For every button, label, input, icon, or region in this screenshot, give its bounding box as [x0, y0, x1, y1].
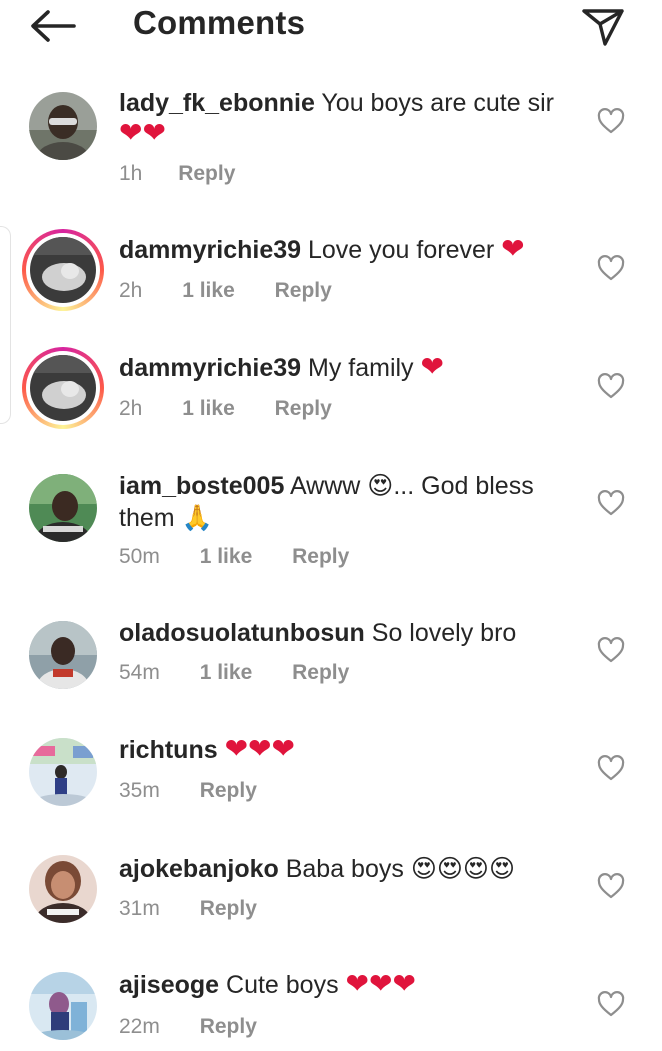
like-button[interactable]	[596, 990, 626, 1018]
heart-outline-icon	[597, 873, 625, 899]
comment-body: dammyrichie39 My family ❤	[119, 353, 559, 384]
comment-meta: 50m 1 like Reply	[119, 545, 349, 569]
avatar[interactable]	[29, 474, 97, 542]
heart-outline-icon	[597, 637, 625, 663]
comment-body: ajokebanjoko Baba boys 😍😍😍😍	[119, 853, 559, 885]
like-button[interactable]	[596, 372, 626, 400]
like-button[interactable]	[596, 872, 626, 900]
avatar[interactable]	[29, 738, 97, 806]
comment-username[interactable]: dammyrichie39	[119, 236, 301, 264]
comment-body: ajiseoge Cute boys ❤❤❤	[119, 970, 559, 1001]
like-button[interactable]	[596, 489, 626, 517]
like-button[interactable]	[596, 636, 626, 664]
heart-emoji: ❤❤❤	[345, 967, 416, 1000]
comment-text: Love you forever	[308, 236, 495, 264]
reply-button[interactable]: Reply	[275, 279, 332, 303]
heart-eyes-emoji: 😍	[367, 471, 394, 500]
avatar[interactable]	[29, 621, 97, 689]
reply-button[interactable]: Reply	[275, 397, 332, 421]
reply-button[interactable]: Reply	[292, 661, 349, 685]
avatar[interactable]	[29, 855, 97, 923]
heart-emoji: ❤❤	[119, 116, 166, 149]
comment-meta: 31m Reply	[119, 897, 257, 921]
avatar[interactable]	[29, 972, 97, 1040]
heart-emoji: ❤❤❤	[224, 732, 295, 765]
comment-username[interactable]: ajokebanjoko	[119, 855, 279, 883]
comment-text: My family	[308, 354, 414, 382]
reply-button[interactable]: Reply	[200, 897, 257, 921]
praying-hands-emoji: 🙏	[181, 503, 213, 532]
like-button[interactable]	[596, 254, 626, 282]
likes-count[interactable]: 1 like	[182, 397, 235, 421]
comment-time: 54m	[119, 661, 160, 684]
comment-username[interactable]: richtuns	[119, 736, 218, 764]
comment-text: So lovely bro	[371, 619, 517, 647]
reply-button[interactable]: Reply	[200, 1015, 257, 1039]
comment-time: 2h	[119, 279, 143, 302]
comment-body: lady_fk_ebonnie You boys are cute sir ❤❤	[119, 88, 559, 150]
likes-count[interactable]: 1 like	[200, 545, 253, 569]
comment-meta: 1h Reply	[119, 162, 235, 186]
comment-meta: 2h 1 like Reply	[119, 279, 332, 303]
heart-outline-icon	[597, 373, 625, 399]
comment-body: oladosuolatunbosun So lovely bro	[119, 618, 559, 649]
reply-button[interactable]: Reply	[200, 779, 257, 803]
heart-emoji: ❤	[420, 350, 444, 383]
avatar-story-ring[interactable]	[22, 347, 104, 429]
header-bar: Comments	[0, 0, 662, 56]
heart-emoji: ❤	[501, 232, 525, 265]
comment-username[interactable]: iam_boste005	[119, 472, 284, 500]
like-button[interactable]	[596, 754, 626, 782]
comment-time: 31m	[119, 897, 160, 920]
comment-text: Awww	[289, 472, 361, 500]
avatar[interactable]	[29, 92, 97, 160]
reply-button[interactable]: Reply	[292, 545, 349, 569]
heart-outline-icon	[597, 255, 625, 281]
comment-username[interactable]: lady_fk_ebonnie	[119, 89, 315, 117]
arrow-left-icon	[31, 10, 76, 42]
heart-outline-icon	[597, 490, 625, 516]
share-button[interactable]	[576, 2, 630, 50]
avatar	[30, 237, 96, 303]
comment-time: 22m	[119, 1015, 160, 1038]
side-drawer-edge[interactable]	[0, 226, 11, 424]
paper-plane-icon	[582, 9, 624, 46]
likes-count[interactable]: 1 like	[182, 279, 235, 303]
page-title: Comments	[133, 4, 306, 41]
comment-meta: 54m 1 like Reply	[119, 661, 349, 685]
comment-time: 50m	[119, 545, 160, 568]
comment-body: richtuns ❤❤❤	[119, 735, 559, 766]
comment-time: 2h	[119, 397, 143, 420]
heart-outline-icon	[597, 108, 625, 134]
comment-meta: 2h 1 like Reply	[119, 397, 332, 421]
comment-username[interactable]: ajiseoge	[119, 971, 219, 999]
comment-username[interactable]: dammyrichie39	[119, 354, 301, 382]
comment-time: 1h	[119, 162, 143, 185]
like-button[interactable]	[596, 107, 626, 135]
heart-outline-icon	[597, 755, 625, 781]
comment-meta: 22m Reply	[119, 1015, 257, 1039]
comment-body: iam_boste005 Awww 😍... God bless them 🙏	[119, 470, 559, 534]
comment-text: Cute boys	[226, 971, 339, 999]
heart-outline-icon	[597, 991, 625, 1017]
comment-meta: 35m Reply	[119, 779, 257, 803]
comment-text: Baba boys	[285, 855, 404, 883]
comment-body: dammyrichie39 Love you forever ❤	[119, 235, 559, 266]
reply-button[interactable]: Reply	[178, 162, 235, 186]
comment-username[interactable]: oladosuolatunbosun	[119, 619, 365, 647]
likes-count[interactable]: 1 like	[200, 661, 253, 685]
back-button[interactable]	[26, 6, 78, 46]
heart-eyes-emoji: 😍😍😍😍	[410, 854, 516, 883]
avatar-story-ring[interactable]	[22, 229, 104, 311]
comment-text: You boys are cute sir	[321, 89, 554, 117]
avatar	[30, 355, 96, 421]
comment-time: 35m	[119, 779, 160, 802]
